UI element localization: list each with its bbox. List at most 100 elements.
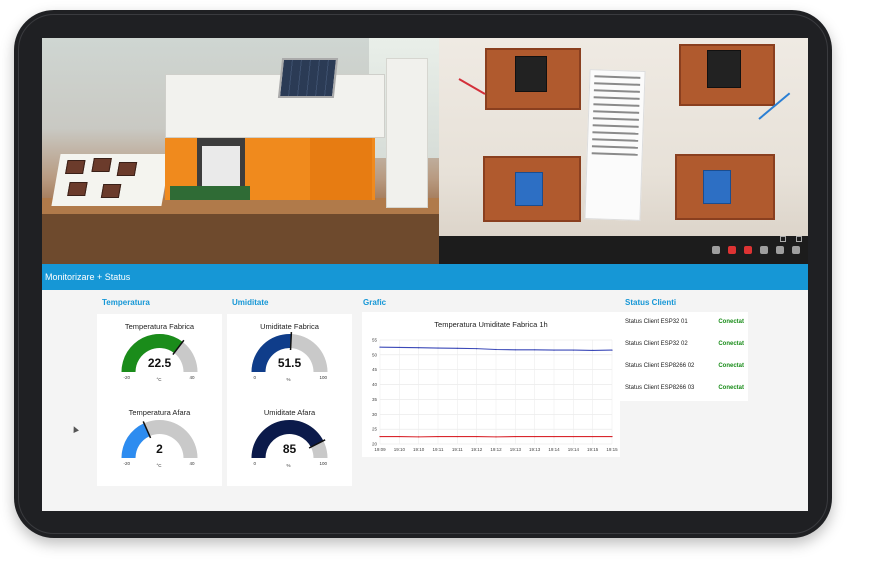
browser-toolbar [439, 236, 808, 264]
x-tick-label: 19:15 [606, 447, 618, 452]
data-point [418, 347, 420, 349]
window-controls[interactable] [780, 236, 802, 246]
gauge-value: 51.5 [277, 356, 302, 370]
dashboard-header: Monitorizare + Status [42, 264, 808, 290]
data-point [437, 435, 439, 438]
group-title-temperatura: Temperatura [102, 298, 150, 307]
group-title-umiditate: Umiditate [232, 298, 269, 307]
gauge-value: 22.5 [147, 356, 172, 370]
x-tick-label: 19:10 [413, 447, 425, 452]
status-value: Conectat [718, 319, 744, 325]
photo-board [483, 156, 581, 222]
photo-sensor [65, 160, 86, 174]
screen: Monitorizare + Status Temperatura Umidit… [42, 38, 808, 511]
group-title-grafic: Grafic [363, 298, 387, 307]
data-point [379, 435, 381, 438]
status-value: Conectat [718, 363, 744, 369]
data-point [553, 435, 555, 438]
mouse-cursor-icon [71, 425, 79, 433]
data-point [553, 349, 555, 351]
gauge-unit-label: % [286, 463, 291, 468]
x-tick-label: 19:13 [529, 447, 541, 452]
data-point [476, 435, 478, 438]
x-tick-label: 19:14 [568, 447, 580, 452]
data-point [514, 435, 516, 438]
data-point [476, 348, 478, 350]
photo-tower [386, 58, 428, 208]
chart-card: Temperatura Umiditate Fabrica 1h 20 25 30 3… [362, 312, 620, 457]
data-point [456, 347, 458, 349]
extension-icon[interactable] [776, 246, 784, 254]
photo-sensor [100, 184, 122, 198]
data-point [437, 347, 439, 349]
status-row: Status Client ESP8266 02 Conectat [620, 356, 748, 378]
line-chart: 20 25 30 35 40 45 50 55 19:09 19:10 19:10 19:11 19:1… [372, 338, 618, 453]
x-tick-label: 19:15 [587, 447, 599, 452]
status-value: Conectat [718, 385, 744, 391]
extension-icon[interactable] [728, 246, 736, 254]
photo-board [485, 48, 581, 110]
status-row: Status Client ESP32 02 Conectat [620, 334, 748, 356]
photo-esp8266 [515, 172, 543, 206]
y-tick-label: 35 [372, 397, 378, 402]
extension-icon[interactable] [744, 246, 752, 254]
gauge-arc [121, 419, 198, 458]
gauge-card: Temperatura Afara 2 -20 40 °C [97, 400, 222, 486]
y-tick-label: 45 [372, 367, 378, 372]
extension-icon[interactable] [792, 246, 800, 254]
photo-paper-notes [584, 69, 646, 221]
photo-solar-panel [277, 58, 339, 98]
status-row: Status Client ESP32 01 Conectat [620, 312, 748, 334]
gauge-unit-label: °C [156, 463, 162, 468]
gauge-arc [251, 332, 328, 372]
status-value: Conectat [718, 341, 744, 347]
data-point [611, 435, 613, 438]
x-tick-label: 19:13 [510, 447, 522, 452]
gauge-max-label: 40 [189, 461, 195, 466]
data-point [398, 435, 400, 438]
data-point [418, 436, 420, 438]
photo-sensor [67, 182, 88, 196]
x-tick-label: 19:12 [471, 447, 483, 452]
photo-board [679, 44, 775, 106]
photo-house-roof [165, 74, 385, 138]
bookmark-icon[interactable] [712, 246, 720, 254]
group-title-status: Status Clienti [625, 298, 677, 307]
photo-grass [170, 186, 250, 200]
photo-house-side [310, 138, 372, 200]
data-point [495, 436, 497, 438]
data-point [611, 349, 613, 351]
camera-photo-esp-boards [439, 38, 808, 264]
x-tick-label: 19:11 [433, 447, 444, 452]
y-tick-label: 25 [372, 427, 378, 432]
photo-esp8266 [703, 170, 731, 204]
gauge-value: 85 [282, 442, 297, 456]
gauge-arc [251, 419, 328, 458]
status-label: Status Client ESP8266 03 [625, 385, 695, 391]
gauge-min-label: 0 [253, 375, 257, 380]
photo-esp32 [515, 56, 547, 92]
dashboard-title: Monitorizare + Status [45, 272, 131, 282]
dashboard-content: Temperatura Umiditate Grafic Status Clie… [42, 290, 808, 511]
data-point [534, 349, 536, 351]
x-tick-label: 19:12 [490, 447, 502, 452]
gauge-max-label: 100 [319, 375, 328, 380]
y-tick-label: 20 [372, 442, 378, 447]
status-card: Status Client ESP32 01 Conectat Status C… [620, 312, 748, 401]
gauge-card: Umiditate Afara 85 0 100% [227, 400, 352, 486]
photo-board [675, 154, 775, 220]
gauge-value: 2 [156, 442, 163, 456]
browser-extensions[interactable] [712, 246, 800, 254]
data-point [456, 435, 458, 438]
extension-icon[interactable] [760, 246, 768, 254]
data-point [534, 435, 536, 438]
data-point [514, 349, 516, 351]
x-tick-label: 19:10 [394, 447, 406, 452]
y-tick-label: 30 [372, 412, 378, 417]
data-point [572, 435, 574, 438]
data-point [592, 435, 594, 438]
gauge-max-label: 100 [319, 461, 328, 466]
gauge-min-label: -20 [123, 461, 131, 466]
gauge-card: Umiditate Fabrica 51.5 0 100% [227, 314, 352, 400]
data-point [398, 346, 400, 349]
